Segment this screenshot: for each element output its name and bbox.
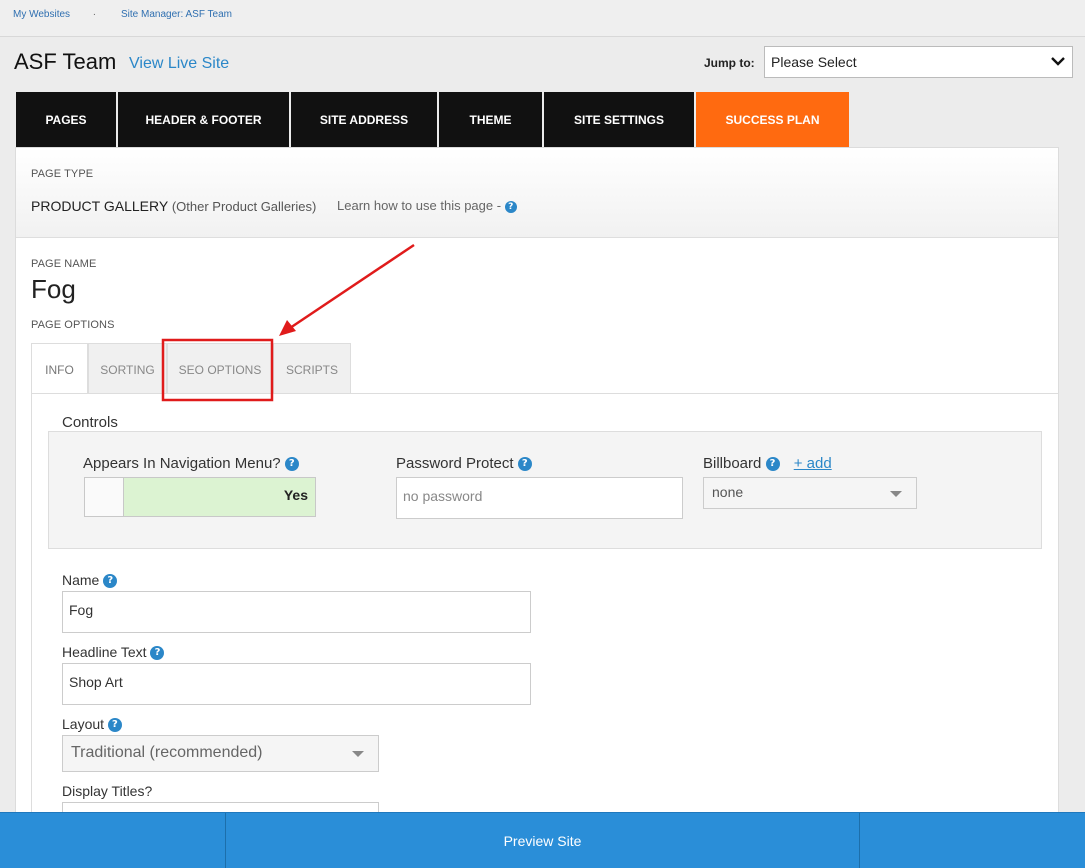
help-icon[interactable]: ? <box>103 574 118 589</box>
tab-scripts[interactable]: SCRIPTS <box>273 343 351 396</box>
page-type-value: PRODUCT GALLERY (Other Product Galleries… <box>31 198 316 214</box>
tab-sorting[interactable]: SORTING <box>88 343 167 396</box>
site-title: ASF Team <box>14 49 117 74</box>
name-label-text: Name <box>62 572 100 588</box>
password-label-text: Password Protect <box>396 455 514 472</box>
caret-down-icon <box>890 491 902 497</box>
tab-seo-options[interactable]: SEO OPTIONS <box>167 343 273 396</box>
learn-how-text: Learn how to use this page - <box>337 198 502 213</box>
page-editor-panel: PAGE TYPE PRODUCT GALLERY (Other Product… <box>15 147 1059 863</box>
name-input[interactable]: Fog <box>62 591 531 633</box>
password-label: Password Protect ? <box>396 455 532 472</box>
billboard-label: Billboard ? + add <box>703 455 832 472</box>
bottom-action-bar: Preview Site <box>0 812 1085 868</box>
jump-to-select[interactable]: Please Select <box>764 46 1073 78</box>
headline-input[interactable]: Shop Art <box>62 663 531 705</box>
breadcrumb-site-manager[interactable]: Site Manager: ASF Team <box>121 9 232 20</box>
help-icon[interactable]: ? <box>517 457 532 472</box>
tab-success-plan[interactable]: SUCCESS PLAN <box>696 92 849 147</box>
billboard-value: none <box>712 484 744 500</box>
page-name-value: Fog <box>31 274 76 304</box>
help-icon[interactable]: ? <box>284 457 299 472</box>
view-live-site-link[interactable]: View Live Site <box>129 55 229 73</box>
controls-label: Controls <box>62 414 118 431</box>
help-icon[interactable]: ? <box>107 718 122 733</box>
page-name-label: PAGE NAME <box>31 258 97 270</box>
chevron-down-icon <box>1051 57 1065 66</box>
page-type-sub: (Other Product Galleries) <box>171 199 317 214</box>
breadcrumb-separator: . <box>93 7 96 18</box>
layout-label: Layout ? <box>62 716 122 733</box>
toggle-value: Yes <box>283 487 308 503</box>
bar-divider <box>859 813 860 868</box>
toggle-knob[interactable] <box>85 478 124 516</box>
layout-select[interactable]: Traditional (recommended) <box>62 735 379 772</box>
nav-menu-toggle[interactable]: Yes <box>84 477 316 517</box>
breadcrumb: My Websites . Site Manager: ASF Team <box>0 0 1085 37</box>
learn-how-link[interactable]: Learn how to use this page - ? <box>337 198 517 213</box>
password-input[interactable]: no password <box>396 477 683 519</box>
page-options-tabs: INFO SORTING SEO OPTIONS SCRIPTS <box>31 343 351 396</box>
jump-to-value: Please Select <box>771 54 857 70</box>
billboard-add-link[interactable]: + add <box>794 455 832 472</box>
billboard-label-text: Billboard <box>703 455 762 472</box>
display-titles-label: Display Titles? <box>62 783 153 799</box>
name-label: Name ? <box>62 572 118 589</box>
tab-site-address[interactable]: SITE ADDRESS <box>291 92 439 147</box>
layout-label-text: Layout <box>62 716 105 732</box>
billboard-select[interactable]: none <box>703 477 917 509</box>
preview-site-button[interactable]: Preview Site <box>226 813 859 868</box>
breadcrumb-my-websites[interactable]: My Websites <box>13 9 70 20</box>
caret-down-icon <box>352 751 364 757</box>
help-icon[interactable]: ? <box>504 200 517 213</box>
layout-value: Traditional (recommended) <box>71 744 263 761</box>
tab-info[interactable]: INFO <box>31 343 88 396</box>
page-type-box: PAGE TYPE PRODUCT GALLERY (Other Product… <box>16 148 1058 238</box>
tab-site-settings[interactable]: SITE SETTINGS <box>544 92 696 147</box>
controls-box: Appears In Navigation Menu? ? Yes Passwo… <box>48 431 1042 549</box>
tab-header-footer[interactable]: HEADER & FOOTER <box>118 92 291 147</box>
main-tabs: PAGES HEADER & FOOTER SITE ADDRESS THEME… <box>16 92 849 147</box>
nav-menu-label: Appears In Navigation Menu? ? <box>83 455 299 472</box>
tab-pages[interactable]: PAGES <box>16 92 118 147</box>
tab-theme[interactable]: THEME <box>439 92 544 147</box>
page-type-name: PRODUCT GALLERY <box>31 198 168 214</box>
headline-label-text: Headline Text <box>62 644 147 660</box>
jump-to-label: Jump to: <box>704 56 755 70</box>
headline-label: Headline Text ? <box>62 644 165 661</box>
help-icon[interactable]: ? <box>150 646 165 661</box>
page-options-label: PAGE OPTIONS <box>31 319 115 331</box>
nav-menu-label-text: Appears In Navigation Menu? <box>83 455 281 472</box>
page-type-label: PAGE TYPE <box>31 168 94 180</box>
info-tab-content: Controls Appears In Navigation Menu? ? Y… <box>31 393 1059 863</box>
help-icon[interactable]: ? <box>765 457 780 472</box>
